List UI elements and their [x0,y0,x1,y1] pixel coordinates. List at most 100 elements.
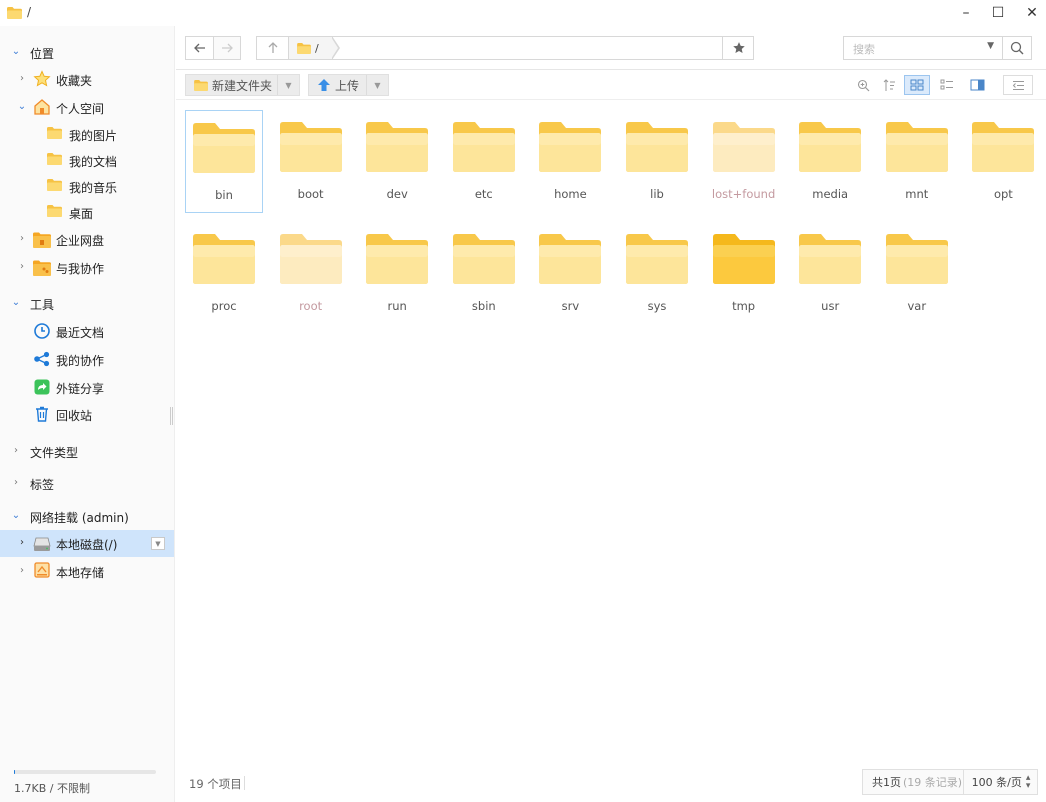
sidebar-item-local-storage[interactable]: › 本地存储 [0,558,174,585]
item-dropdown-button[interactable]: ▼ [151,537,165,550]
view-preview-button[interactable] [964,75,990,95]
section-location[interactable]: ⌄ 位置 [0,39,174,66]
folder-item[interactable]: etc [445,110,523,213]
storage-usage-bar [14,770,156,774]
folder-item[interactable]: home [531,110,609,213]
section-network-mounts[interactable]: ⌄ 网络挂载 (admin) [0,503,174,530]
maximize-button[interactable]: ☐ [987,3,1009,23]
folder-item[interactable]: dev [358,110,436,213]
window-title: / [27,5,32,19]
section-tags-label: 标签 [30,478,55,492]
folder-item[interactable]: boot [272,110,350,213]
chevron-down-icon[interactable]: ▼ [987,41,994,51]
list-view-icon [940,79,953,90]
record-count: (19 条记录) [903,776,963,789]
toggle-details-button[interactable] [1003,75,1033,95]
sort-button[interactable] [876,75,902,95]
folder-name: lost+found [711,187,776,201]
folder-icon [194,79,208,91]
chevron-right-icon: › [20,565,24,576]
back-button[interactable] [185,36,214,60]
folder-item[interactable]: root [272,222,350,325]
folder-name: opt [993,187,1013,201]
maximize-icon: ☐ [991,5,1005,21]
up-button[interactable] [257,37,289,59]
sidebar-item-shared-with-me[interactable]: › 与我协作 [0,254,174,281]
section-file-types[interactable]: › 文件类型 [0,438,174,465]
folder-item[interactable]: mnt [878,110,956,213]
sidebar-item-label: 企业网盘 [56,234,105,248]
section-tools[interactable]: ⌄ 工具 [0,290,174,317]
folder-name: boot [297,187,324,201]
folder-item[interactable]: sys [618,222,696,325]
storage-icon [34,562,50,578]
folder-icon [799,234,862,284]
breadcrumb-separator-inner [331,37,338,59]
folder-name: home [554,187,587,201]
sidebar-item-favorites[interactable]: › 收藏夹 [0,66,174,93]
chevron-right-icon: › [20,73,24,84]
chevron-down-icon[interactable]: ▼ [277,75,299,95]
sidebar-item-share-links[interactable]: 外链分享 [0,374,174,401]
view-list-button[interactable] [934,75,960,95]
sidebar-resize-handle[interactable] [170,407,173,425]
page-size-select[interactable]: 100 条/页 ▴ ▾ [963,770,1038,794]
forward-button[interactable] [213,36,241,60]
folder-name: root [299,299,323,313]
folder-item[interactable]: run [358,222,436,325]
close-button[interactable]: ✕ [1021,3,1043,23]
folder-item[interactable]: usr [791,222,869,325]
section-file-types-label: 文件类型 [30,446,79,460]
search-input[interactable]: 搜索 ▼ [843,36,1003,60]
sidebar-item-label: 本地存储 [56,566,105,580]
folder-item[interactable]: var [878,222,956,325]
folder-item[interactable]: media [791,110,869,213]
folder-item[interactable]: lost+found [705,110,783,213]
sidebar-item-my-collab[interactable]: 我的协作 [0,346,174,373]
folder-icon [626,122,688,172]
sidebar-item-label: 与我协作 [56,262,105,276]
minimize-button[interactable]: – [955,3,977,23]
bookmark-button[interactable] [722,37,754,59]
folder-item[interactable]: tmp [705,222,783,325]
sidebar-item-my-documents[interactable]: 我的文档 [0,147,174,174]
zoom-button[interactable] [850,75,876,95]
folder-icon [626,234,688,284]
breadcrumb[interactable]: / [289,37,333,59]
folder-icon [539,234,602,284]
sidebar-item-local-disk[interactable]: › 本地磁盘(/) ▼ [0,530,174,557]
view-grid-large-button[interactable] [904,75,930,95]
sidebar-item-my-music[interactable]: 我的音乐 [0,173,174,200]
sidebar-item-label: 我的文档 [69,155,118,169]
sidebar-item-my-pictures[interactable]: 我的图片 [0,121,174,148]
folder-item[interactable]: proc [185,222,263,325]
new-folder-button[interactable]: 新建文件夹 ▼ [185,74,300,96]
upload-button[interactable]: 上传 ▼ [308,74,389,96]
folder-item[interactable]: lib [618,110,696,213]
folder-icon [297,42,311,54]
storage-usage-fill [14,770,16,774]
sidebar-item-enterprise-drive[interactable]: › 企业网盘 [0,226,174,253]
folder-item[interactable]: opt [964,110,1042,213]
sidebar-item-recycle-bin[interactable]: 回收站 [0,401,174,428]
folder-item[interactable]: sbin [445,222,523,325]
upload-arrow-icon [318,79,330,91]
sidebar-item-label: 我的图片 [69,129,118,143]
folder-item[interactable]: srv [531,222,609,325]
folder-name: lib [650,187,664,201]
main-panel: / 搜索 ▼ 新建文件夹 ▼ 上传 ▼ bin boot dev etc hom… [176,26,1046,802]
arrow-right-icon [222,43,233,53]
folder-item[interactable]: bin [185,110,263,213]
folder-icon [47,127,62,139]
chevron-down-icon[interactable]: ▼ [366,75,388,95]
sidebar-item-recent-docs[interactable]: 最近文档 [0,318,174,345]
section-tags[interactable]: › 标签 [0,470,174,497]
share-nodes-icon [34,351,50,367]
sidebar-item-personal-space[interactable]: ⌄ 个人空间 [0,94,174,121]
sidebar-item-desktop[interactable]: 桌面 [0,199,174,226]
folder-name: var [907,299,927,313]
search-button[interactable] [1002,36,1032,60]
pagination: 共1页 (19 条记录) 100 条/页 ▴ ▾ [862,769,1038,795]
preview-pane-icon [970,79,984,91]
path-bar[interactable]: / [256,36,754,60]
